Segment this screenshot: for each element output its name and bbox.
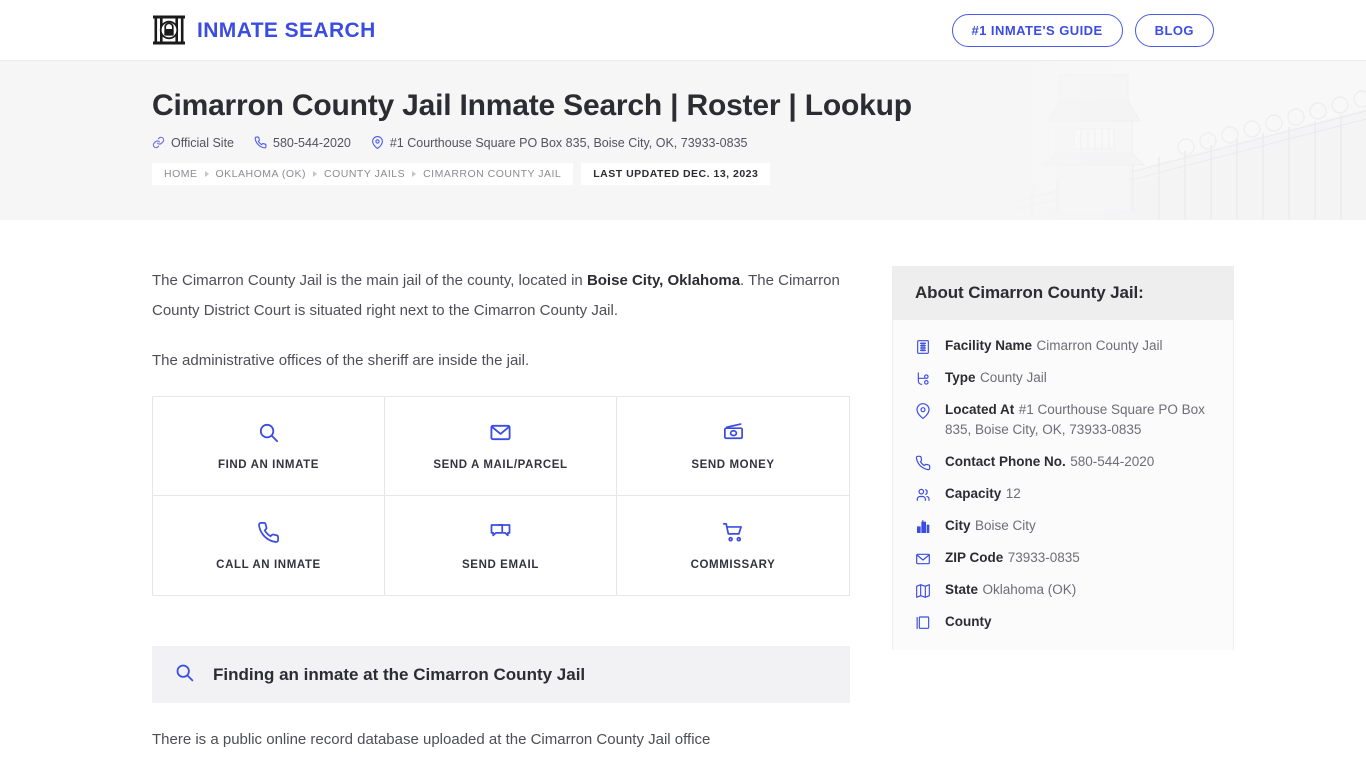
about-value-zip-code: 73933-0835	[1007, 550, 1080, 565]
send-mail-parcel-label: SEND A MAIL/PARCEL	[433, 459, 568, 471]
call-an-inmate-label: CALL AN INMATE	[216, 558, 321, 571]
about-label-city: City	[945, 518, 971, 533]
about-label-county: County	[945, 614, 992, 629]
brand-name: INMATE SEARCH	[197, 18, 376, 42]
chevron-right-icon	[204, 170, 209, 177]
chat-bubbles-icon	[489, 521, 512, 545]
breadcrumb-item-county-jails[interactable]: COUNTY JAILS	[324, 168, 405, 180]
chevron-right-icon	[313, 170, 318, 177]
about-row-city: City Boise City	[915, 516, 1211, 536]
about-value-contact-phone: 580-544-2020	[1070, 454, 1155, 469]
about-value-type: County Jail	[979, 370, 1047, 385]
city-icon	[915, 516, 933, 536]
sidebar-column: About Cimarron County Jail: Facility Nam…	[892, 266, 1234, 650]
building-grid-icon	[915, 336, 933, 356]
about-value-state: Oklahoma (OK)	[982, 582, 1077, 597]
hero-phone-label: 580-544-2020	[273, 135, 351, 150]
map-icon	[915, 580, 933, 600]
breadcrumb-list: HOME OKLAHOMA (OK) COUNTY JAILS CIMARRON…	[152, 162, 574, 185]
send-money-card[interactable]: SEND MONEY	[617, 397, 849, 496]
search-icon	[174, 662, 195, 688]
hero-meta-row: Official Site 580-544-2020 #1 Courthouse…	[152, 136, 1214, 150]
about-facility-card: About Cimarron County Jail: Facility Nam…	[892, 266, 1234, 650]
official-site-link[interactable]: Official Site	[152, 136, 234, 150]
breadcrumb-item-home[interactable]: HOME	[164, 168, 198, 180]
about-label-zip-code: ZIP Code	[945, 550, 1004, 565]
money-icon	[722, 421, 745, 445]
shopping-cart-icon	[722, 521, 745, 545]
envelope-icon	[489, 421, 512, 445]
about-label-located-at: Located At	[945, 402, 1015, 417]
intro-paragraph: The Cimarron County Jail is the main jai…	[152, 266, 850, 326]
about-label-type: Type	[945, 370, 976, 385]
about-label-capacity: Capacity	[945, 486, 1002, 501]
find-an-inmate-label: FIND AN INMATE	[217, 459, 320, 471]
chevron-right-icon	[412, 170, 417, 177]
about-label-contact-phone: Contact Phone No.	[945, 454, 1066, 469]
hero-phone-link[interactable]: 580-544-2020	[254, 136, 351, 150]
about-value-facility-name: Cimarron County Jail	[1036, 338, 1163, 353]
about-value-capacity: 12	[1005, 486, 1021, 501]
breadcrumb-item-state[interactable]: OKLAHOMA (OK)	[216, 168, 307, 180]
search-icon	[257, 421, 280, 445]
about-row-state: State Oklahoma (OK)	[915, 580, 1211, 600]
send-mail-parcel-card[interactable]: SEND A MAIL/PARCEL	[385, 397, 617, 496]
inmates-guide-button[interactable]: #1 INMATE'S GUIDE	[951, 13, 1123, 47]
breadcrumb-item-current[interactable]: CIMARRON COUNTY JAIL	[423, 168, 561, 180]
brand-logo-link[interactable]: INMATE SEARCH	[152, 14, 376, 46]
about-row-contact-phone: Contact Phone No. 580-544-2020	[915, 452, 1211, 472]
admin-offices-paragraph: The administrative offices of the sherif…	[152, 352, 530, 369]
users-icon	[915, 484, 933, 504]
commissary-label: COMMISSARY	[690, 558, 776, 571]
about-row-county: County	[915, 612, 1211, 632]
about-value-city: Boise City	[974, 518, 1036, 533]
about-card-body: Facility Name Cimarron County Jail Type …	[893, 320, 1233, 650]
call-an-inmate-card[interactable]: CALL AN INMATE	[153, 496, 385, 595]
main-column: The Cimarron County Jail is the main jai…	[152, 266, 850, 755]
hero-address-label: #1 Courthouse Square PO Box 835, Boise C…	[389, 135, 748, 150]
about-label-facility-name: Facility Name	[945, 338, 1033, 353]
about-row-capacity: Capacity 12	[915, 484, 1211, 504]
find-an-inmate-card[interactable]: FIND AN INMATE	[153, 397, 385, 496]
about-card-title: About Cimarron County Jail:	[915, 283, 1144, 302]
breadcrumb: HOME OKLAHOMA (OK) COUNTY JAILS CIMARRON…	[152, 162, 1214, 185]
site-header: INMATE SEARCH #1 INMATE'S GUIDE BLOG	[0, 0, 1366, 60]
send-money-label: SEND MONEY	[691, 459, 775, 471]
action-grid: FIND AN INMATE SEND A MAIL/PARCEL SEND M…	[152, 396, 850, 596]
book-icon	[915, 612, 933, 632]
last-updated-badge: LAST UPDATED DEC. 13, 2023	[581, 162, 771, 185]
node-type-icon	[915, 368, 933, 388]
commissary-card[interactable]: COMMISSARY	[617, 496, 849, 595]
link-icon	[152, 136, 165, 149]
about-row-located-at: Located At #1 Courthouse Square PO Box 8…	[915, 400, 1211, 440]
page-content: The Cimarron County Jail is the main jai…	[0, 220, 1366, 755]
blog-button[interactable]: BLOG	[1134, 13, 1214, 47]
about-label-state: State	[945, 582, 979, 597]
finding-inmate-paragraph: There is a public online record database…	[152, 731, 711, 748]
phone-icon	[257, 521, 280, 545]
about-row-facility-name: Facility Name Cimarron County Jail	[915, 336, 1211, 356]
header-actions: #1 INMATE'S GUIDE BLOG	[951, 13, 1214, 47]
hero-banner: Cimarron County Jail Inmate Search | Ros…	[0, 60, 1366, 220]
jail-padlock-icon	[152, 14, 186, 46]
official-site-label: Official Site	[171, 135, 234, 150]
send-email-card[interactable]: SEND EMAIL	[385, 496, 617, 595]
about-card-header: About Cimarron County Jail:	[893, 267, 1233, 320]
intro-text-a: The Cimarron County Jail is the main jai…	[152, 272, 587, 289]
intro-location: Boise City, Oklahoma	[586, 272, 741, 289]
send-email-label: SEND EMAIL	[462, 558, 539, 571]
phone-icon	[254, 136, 267, 149]
about-row-zip-code: ZIP Code 73933-0835	[915, 548, 1211, 568]
phone-icon	[915, 452, 933, 472]
map-pin-icon	[371, 136, 384, 150]
finding-inmate-section-heading: Finding an inmate at the Cimarron County…	[152, 646, 850, 703]
about-row-type: Type County Jail	[915, 368, 1211, 388]
envelope-icon	[915, 548, 933, 568]
map-pin-icon	[915, 400, 933, 440]
section-heading-title: Finding an inmate at the Cimarron County…	[213, 664, 586, 684]
hero-address: #1 Courthouse Square PO Box 835, Boise C…	[371, 135, 748, 150]
page-title: Cimarron County Jail Inmate Search | Ros…	[152, 89, 912, 122]
